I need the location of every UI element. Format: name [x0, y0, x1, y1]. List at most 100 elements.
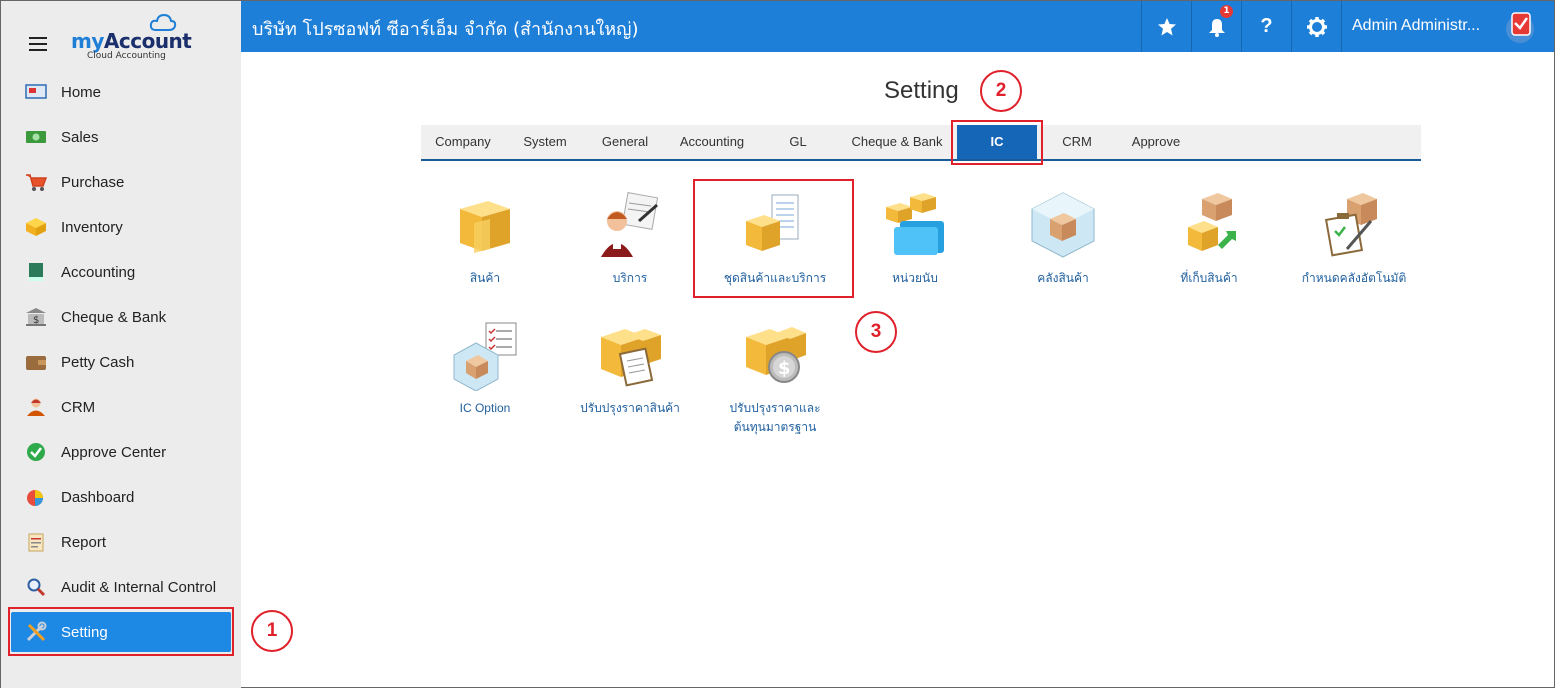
tile-label: ปรับปรุงราคาและต้นทุนมาตรฐาน: [710, 399, 840, 437]
question-icon: ?: [1260, 15, 1273, 37]
tab-approve[interactable]: Approve: [1121, 125, 1191, 159]
notifications-button[interactable]: 1: [1191, 1, 1241, 52]
sidebar-item-label: CRM: [61, 398, 96, 416]
tile-standard-cost[interactable]: $ ปรับปรุงราคาและต้นทุนมาตรฐาน: [710, 321, 840, 437]
money-icon: [25, 127, 47, 147]
sidebar-item-approve-center[interactable]: Approve Center: [11, 432, 231, 472]
tile-service[interactable]: บริการ: [565, 191, 695, 288]
storage-location-icon: [1188, 193, 1236, 251]
tile-label: หน่วยนับ: [892, 271, 938, 285]
sidebar-item-crm[interactable]: CRM: [11, 387, 231, 427]
tile-label: คลังสินค้า: [1037, 271, 1089, 285]
sidebar-item-label: Report: [61, 533, 107, 551]
tile-label: บริการ: [612, 271, 648, 285]
step-marker-3: 3: [855, 311, 897, 353]
report-icon: [25, 532, 47, 552]
tab-gl[interactable]: GL: [771, 125, 825, 159]
avatar: [1506, 12, 1534, 43]
highlight-box-ic-tab: [951, 120, 1043, 165]
sidebar-item-report[interactable]: Report: [11, 522, 231, 562]
favorites-button[interactable]: [1141, 1, 1191, 52]
bank-icon: $: [25, 307, 47, 327]
product-box-icon: [460, 201, 510, 253]
logo-account: Account: [103, 29, 192, 53]
svg-text:$: $: [778, 358, 791, 379]
user-name: Admin Administr...: [1352, 17, 1481, 34]
tile-auto-warehouse[interactable]: กำหนดคลังอัตโนมัติ: [1289, 191, 1419, 288]
box-icon: [25, 217, 47, 237]
tab-crm[interactable]: CRM: [1047, 125, 1107, 159]
sidebar: myAccount Cloud Accounting Home Sales Pu…: [1, 1, 241, 688]
sidebar-item-inventory[interactable]: Inventory: [11, 207, 231, 247]
tile-ic-option[interactable]: IC Option: [420, 321, 550, 418]
sidebar-item-label: Audit & Internal Control: [61, 578, 217, 596]
sidebar-item-label: Sales: [61, 128, 99, 146]
logo-my: my: [71, 29, 104, 53]
top-bar: บริษัท โปรซอฟท์ ซีอาร์เอ็ม จำกัด (สำนักง…: [241, 1, 1554, 52]
sidebar-item-accounting[interactable]: Accounting: [11, 252, 231, 292]
sidebar-item-petty-cash[interactable]: Petty Cash: [11, 342, 231, 382]
page-title: Setting: [884, 77, 959, 104]
sidebar-item-label: Home: [61, 83, 102, 101]
sidebar-item-home[interactable]: Home: [11, 72, 231, 112]
service-person-icon: [601, 192, 659, 257]
tab-cheque-bank[interactable]: Cheque & Bank: [845, 125, 949, 159]
sidebar-item-audit[interactable]: Audit & Internal Control: [11, 567, 231, 607]
sidebar-item-label: Cheque & Bank: [61, 308, 167, 326]
sidebar-item-label: Petty Cash: [61, 353, 135, 371]
bell-icon: [1208, 18, 1225, 37]
home-icon: [25, 82, 47, 102]
settings-gear-button[interactable]: [1291, 1, 1341, 52]
settings-tabs: Company System General Accounting GL Che…: [421, 125, 1421, 161]
sidebar-item-label: Dashboard: [61, 488, 135, 506]
tab-general[interactable]: General: [593, 125, 657, 159]
unit-folder-icon: [886, 193, 944, 255]
highlight-box-product-set: [693, 179, 854, 298]
tile-label: สินค้า: [469, 271, 501, 285]
magnifier-icon: [25, 577, 47, 597]
price-adjust-icon: [601, 329, 661, 387]
company-name[interactable]: บริษัท โปรซอฟท์ ซีอาร์เอ็ม จำกัด (สำนักง…: [252, 14, 639, 43]
hamburger-menu-icon[interactable]: [29, 37, 47, 51]
sidebar-item-purchase[interactable]: Purchase: [11, 162, 231, 202]
step-marker-1: 1: [251, 610, 293, 652]
logo[interactable]: myAccount Cloud Accounting: [71, 29, 192, 61]
tile-label: กำหนดคลังอัตโนมัติ: [1301, 271, 1407, 285]
brand-area: myAccount Cloud Accounting: [1, 1, 241, 69]
check-circle-icon: [25, 442, 47, 462]
book-icon: [25, 262, 47, 282]
tile-unit[interactable]: หน่วยนับ: [850, 191, 980, 288]
tab-system[interactable]: System: [513, 125, 577, 159]
tile-label: ที่เก็บสินค้า: [1180, 271, 1238, 285]
warehouse-icon: [1031, 192, 1095, 258]
sidebar-item-label: Approve Center: [61, 443, 167, 461]
tile-warehouse[interactable]: คลังสินค้า: [998, 191, 1128, 288]
tile-storage-location[interactable]: ที่เก็บสินค้า: [1144, 191, 1274, 288]
user-menu[interactable]: Admin Administr...: [1341, 1, 1554, 52]
sidebar-item-label: Purchase: [61, 173, 125, 191]
auto-warehouse-icon: [1324, 193, 1377, 257]
standard-cost-icon: $: [746, 327, 806, 383]
tile-label-line1: ปรับปรุงราคาและ: [729, 401, 821, 415]
step-marker-2: 2: [980, 70, 1022, 112]
pie-chart-icon: [25, 487, 47, 507]
tile-product[interactable]: สินค้า: [420, 191, 550, 288]
tile-label-line2: ต้นทุนมาตรฐาน: [733, 420, 817, 434]
tab-accounting[interactable]: Accounting: [673, 125, 751, 159]
wallet-icon: [25, 352, 47, 372]
sidebar-item-label: Accounting: [61, 263, 136, 281]
tile-label: IC Option: [459, 401, 511, 415]
cart-icon: [25, 172, 47, 192]
sidebar-item-sales[interactable]: Sales: [11, 117, 231, 157]
star-icon: [1157, 17, 1176, 35]
tab-company[interactable]: Company: [429, 125, 497, 159]
help-button[interactable]: ?: [1241, 1, 1291, 52]
sidebar-item-dashboard[interactable]: Dashboard: [11, 477, 231, 517]
notification-badge: 1: [1220, 5, 1233, 18]
ic-option-icon: [453, 322, 517, 392]
highlight-box-setting: [8, 607, 234, 656]
tile-price-adjust[interactable]: ปรับปรุงราคาสินค้า: [565, 321, 695, 418]
tile-label: ปรับปรุงราคาสินค้า: [580, 401, 680, 415]
people-icon: [25, 397, 47, 417]
sidebar-item-cheque-bank[interactable]: $ Cheque & Bank: [11, 297, 231, 337]
